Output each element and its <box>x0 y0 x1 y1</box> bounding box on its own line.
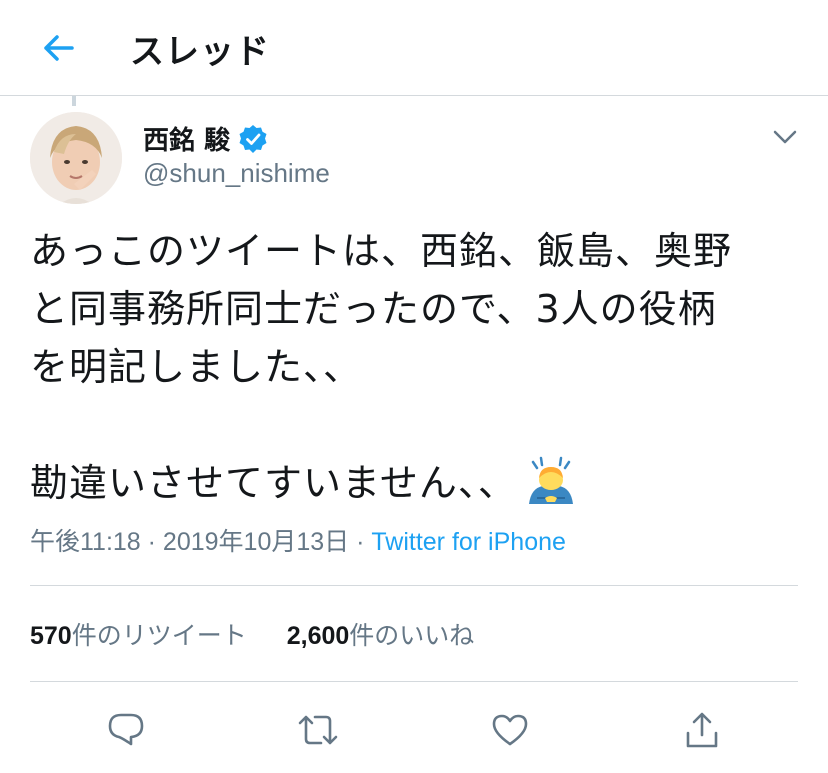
chevron-down-icon <box>773 130 797 144</box>
back-arrow-icon <box>44 35 74 61</box>
heart-icon <box>492 714 528 746</box>
action-bar <box>0 700 828 760</box>
author-handle[interactable]: @shun_nishime <box>143 158 330 189</box>
tweet-stats: 570件のリツイート 2,600件のいいね <box>30 616 474 652</box>
tweet-line: 勘違いさせてすいません、、 <box>30 461 517 505</box>
tweet-line: を明記しました、、 <box>30 345 363 389</box>
thread-connector <box>72 96 76 106</box>
like-label: 件のいいね <box>349 622 475 650</box>
share-icon <box>686 712 718 748</box>
retweet-icon <box>298 715 338 745</box>
retweet-stat[interactable]: 570件のリツイート <box>30 622 247 650</box>
reply-icon <box>108 713 144 746</box>
like-count: 2,600 <box>286 622 350 650</box>
page-title: スレッド <box>130 32 270 72</box>
tweet-text: あっこのツイートは、西銘、飯島、奥野 と同事務所同士だったので、3人の役柄 を明… <box>30 222 810 512</box>
tweet-meta: 午後11:18 · 2019年10月13日 · Twitter for iPho… <box>30 522 566 558</box>
verified-badge-icon <box>239 124 267 153</box>
avatar[interactable] <box>30 112 122 204</box>
reply-button[interactable] <box>104 708 148 752</box>
like-stat[interactable]: 2,600件のいいね <box>287 622 475 650</box>
author-name[interactable]: 西銘 駿 <box>143 120 268 157</box>
tweet-line-with-emoji: 勘違いさせてすいません、、 <box>30 454 810 512</box>
tweet-line: あっこのツイートは、西銘、飯島、奥野 <box>30 229 733 273</box>
retweet-button[interactable] <box>296 708 340 752</box>
share-button[interactable] <box>680 708 724 752</box>
like-button[interactable] <box>488 708 532 752</box>
tweet-timestamp[interactable]: 午後11:18 · 2019年10月13日 · <box>30 528 371 556</box>
tweet-source-link[interactable]: Twitter for iPhone <box>371 528 566 556</box>
top-bar: スレッド <box>0 0 828 96</box>
back-button[interactable] <box>38 28 78 68</box>
tweet-line: と同事務所同士だったので、3人の役柄 <box>30 287 717 331</box>
retweet-label: 件のリツイート <box>71 622 247 650</box>
retweet-count: 570 <box>30 622 72 650</box>
divider <box>30 681 798 682</box>
divider <box>30 585 798 586</box>
author-name-text[interactable]: 西銘 駿 <box>143 120 230 157</box>
more-options-button[interactable] <box>768 122 802 152</box>
man-bowing-emoji-icon <box>528 456 573 504</box>
